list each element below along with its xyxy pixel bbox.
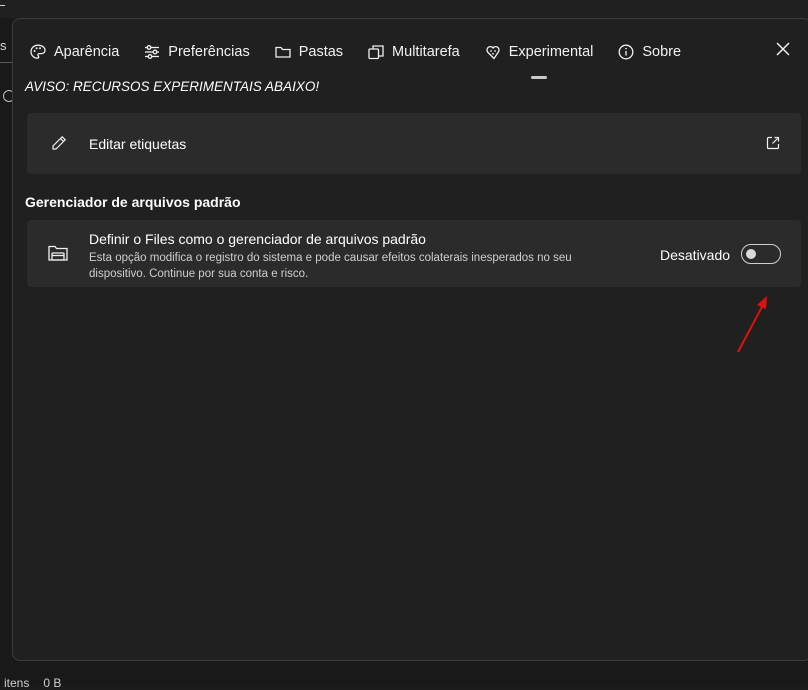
tab-label: Pastas [298,44,344,60]
tab-label: Aparência [54,44,120,60]
background-partial-text: s [0,38,7,53]
tab-label: Sobre [642,44,682,60]
background-titlebar [0,0,808,18]
tab-label: Experimental [508,44,594,60]
tab-experimental[interactable]: Experimental [484,37,594,79]
tab-sobre[interactable]: Sobre [617,37,681,67]
setting-title: Definir o Files como o gerenciador de ar… [89,231,426,247]
tab-preferencias[interactable]: Preferências [143,37,250,67]
tab-label: Multitarefa [392,44,460,60]
default-file-manager-card: Definir o Files como o gerenciador de ar… [27,220,801,287]
external-link-icon [766,136,780,150]
tab-multitarefa[interactable]: Multitarefa [367,37,460,67]
section-title: Gerenciador de arquivos padrão [25,194,241,210]
experimental-icon [484,43,502,61]
close-icon [776,42,790,56]
background-divider [0,62,12,63]
default-manager-toggle[interactable] [741,244,781,264]
status-bar: itens 0 B [4,676,61,690]
settings-dialog: Aparência Preferências Pastas Multitaref… [12,18,808,661]
info-icon [617,43,635,61]
tab-pastas[interactable]: Pastas [274,37,343,67]
palette-icon [29,43,47,61]
close-button[interactable] [771,37,795,61]
tab-label: Preferências [168,44,250,60]
experimental-warning: AVISO: RECURSOS EXPERIMENTAIS ABAIXO! [25,79,320,94]
titlebar-mark [0,5,5,6]
annotation-arrow-icon [737,296,767,353]
sliders-icon [143,43,161,61]
toggle-state-label: Desativado [660,247,731,263]
status-items: itens [4,676,30,690]
edit-tags-label: Editar etiquetas [89,136,187,152]
folder-open-icon [48,245,68,261]
status-size: 0 B [43,676,62,690]
toggle-knob [746,249,756,259]
edit-tags-card[interactable]: Editar etiquetas [27,113,801,174]
folder-icon [274,43,292,61]
tab-aparencia[interactable]: Aparência [29,37,119,67]
pencil-icon [52,135,67,150]
selected-tab-indicator [530,76,547,79]
settings-tabs: Aparência Preferências Pastas Multitaref… [29,37,705,79]
setting-description: Esta opção modifica o registro do sistem… [89,252,572,280]
multitask-icon [367,43,385,61]
